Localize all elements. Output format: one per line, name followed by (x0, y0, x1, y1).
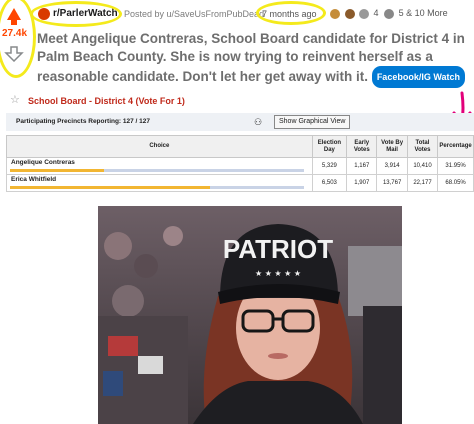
table-row: Erica Whitfield 6,503 1,907 13,767 22,17… (6, 174, 474, 192)
vote-percentage: 31.95% (437, 157, 474, 175)
precincts-row: Participating Precincts Reporting: 127 /… (6, 113, 474, 131)
vote-share-fill (10, 186, 211, 189)
show-graphical-view-button[interactable]: Show Graphical View (274, 115, 351, 129)
election-results-panel: ☆ School Board - District 4 (Vote For 1)… (6, 91, 474, 192)
vote-percentage: 68.05% (437, 174, 474, 192)
award-icon (384, 8, 395, 19)
awards-row[interactable]: 4 5 & 10 More (330, 8, 448, 19)
award-count: 5 (398, 8, 404, 18)
mail-votes: 13,767 (376, 174, 408, 192)
cap-stars: ★ ★ ★ ★ ★ (255, 269, 301, 278)
column-header: Choice (6, 135, 313, 158)
award-icon (344, 8, 355, 19)
total-votes: 10,410 (406, 157, 439, 175)
selfie-photo: PATRIOT ★ ★ ★ ★ ★ (98, 206, 402, 424)
early-votes: 1,167 (346, 157, 378, 175)
highlight-circle (30, 1, 122, 27)
column-header: Vote By Mail (376, 135, 408, 158)
post-image[interactable]: PATRIOT ★ ★ ★ ★ ★ (98, 206, 402, 424)
early-votes: 1,907 (346, 174, 378, 192)
column-header: Election Day (311, 135, 348, 158)
binoculars-icon[interactable]: ⚇ (254, 117, 262, 128)
candidate-cell: Angelique Contreras (6, 157, 313, 175)
table-row: Angelique Contreras 5,329 1,167 3,914 10… (6, 157, 474, 175)
mail-votes: 3,914 (376, 157, 408, 175)
precincts-reporting: Participating Precincts Reporting: 127 /… (16, 118, 151, 125)
column-header: Percentage (437, 135, 474, 158)
highlight-circle (256, 1, 326, 25)
results-table: Choice Election Day Early Votes Vote By … (6, 135, 474, 192)
post-flair[interactable]: Facebook/IG Watch (371, 66, 465, 88)
column-header: Total Votes (406, 135, 439, 158)
vote-share-fill (10, 169, 104, 172)
table-header-row: Choice Election Day Early Votes Vote By … (6, 135, 474, 158)
election-title: School Board - District 4 (Vote For 1) (28, 96, 185, 106)
election-title-row: ☆ School Board - District 4 (Vote For 1) (6, 91, 474, 124)
posted-by-text[interactable]: Posted by u/SaveUsFromPubDead (124, 9, 264, 19)
award-count: 4 (373, 8, 379, 18)
vote-share-bar (10, 169, 304, 172)
post-title[interactable]: Meet Angelique Contreras, School Board c… (37, 30, 469, 88)
column-header: Early Votes (346, 135, 378, 158)
award-icon (359, 8, 370, 19)
candidate-cell: Erica Whitfield (6, 174, 313, 192)
cap-text: PATRIOT (223, 234, 333, 264)
star-icon[interactable]: ☆ (10, 93, 20, 106)
vote-share-bar (10, 186, 304, 189)
election-day-votes: 6,503 (311, 174, 348, 192)
award-icon (330, 8, 340, 19)
more-awards: & 10 More (406, 8, 448, 18)
candidate-name: Erica Whitfield (11, 176, 57, 183)
total-votes: 22,177 (406, 174, 439, 192)
election-day-votes: 5,329 (311, 157, 348, 175)
candidate-name: Angelique Contreras (11, 159, 75, 166)
